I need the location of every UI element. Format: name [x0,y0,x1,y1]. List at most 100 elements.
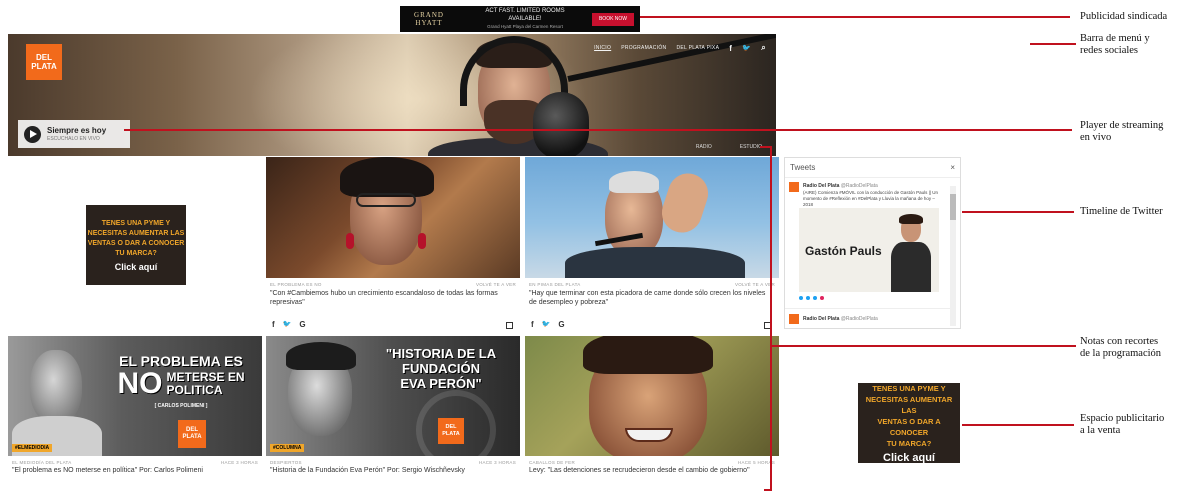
annotation-notes-line2: de la programación [1080,348,1162,359]
annotation-line-player [124,129,1072,131]
note-2-meta-right: VOLVÉ TE A VER [734,282,775,287]
play-icon[interactable] [24,125,41,143]
nav-item-programacion[interactable]: PROGRAMACIÓN [621,45,666,51]
note-3-logo-line1: DEL [185,427,198,433]
like-icon[interactable] [813,296,817,300]
note-1-earring [346,233,354,249]
top-banner-ad[interactable]: GRAND HYATT ACT FAST. LIMITED ROOMS AVAI… [400,6,640,32]
note-4-logo-text: DEL PLATA [442,424,460,438]
note-4-logo-line2: PLATA [442,431,460,437]
annotation-line-menu [1030,43,1076,45]
note-3-caption[interactable]: "El problema es NO meterse en política" … [12,466,258,475]
annotation-line-notes-bottom [764,489,772,491]
note-3-overlay-no: NO [117,367,163,400]
annotation-line-space [962,424,1074,426]
del-plata-logo[interactable]: DEL PLATA [26,44,62,80]
ad-promo-line1: ACT FAST. LIMITED ROOMS [485,8,565,14]
nav-item-inicio[interactable]: INICIO [594,45,611,51]
note-1-meta-left: EL PROBLEMA ES NO [270,282,322,287]
twitter-icon[interactable]: 🐦 [542,320,551,329]
note-3-logo: DEL PLATA [178,420,206,448]
avatar[interactable] [789,314,799,324]
annotation-menu-line2: redes sociales [1080,45,1139,56]
annotation-player-line1: Player de streaming [1080,120,1164,131]
google-icon[interactable]: G [558,320,564,329]
tweet-1-account[interactable]: Radio Del Plata @RadioDelPlata [803,183,878,189]
twitter-scrollbar[interactable] [950,186,956,326]
facebook-icon[interactable]: f [272,320,275,329]
facebook-icon[interactable]: f [531,320,534,329]
twitter-timeline[interactable]: Tweets × Radio Del Plata @RadioDelPlata … [784,157,961,329]
note-1-earring-2 [418,233,426,249]
retweet-icon[interactable] [806,296,810,300]
annotation-notes-line1: Notas con recortes [1080,336,1159,347]
annotation-notes: Notas con recortes de la programación [1080,336,1161,360]
ad-book-now-button[interactable]: BOOK NOW [592,12,634,26]
note-4-logo-line1: DEL [445,424,457,430]
note-4-caption[interactable]: "Historia de la Fundación Eva Perón" Por… [270,466,516,475]
note-4-photo[interactable]: "HISTORIA DE LA FUNDACIÓN EVA PERÓN" DEL… [266,336,520,456]
note-4-tag: #COLUMNA [270,444,305,452]
ad-brand: GRAND HYATT [414,11,444,27]
twitter-icon[interactable]: 🐦 [283,320,292,329]
reply-icon[interactable] [799,296,803,300]
nav-item-del-plata-pixa[interactable]: DEL PLATA PIXA [676,45,719,51]
hero-labels: RADIO ESTUDIO [696,144,762,150]
note-4-meta: DESPIERTOS HACE 3 HORAS [270,460,516,465]
pyme-ad-cta: Click aquí [114,261,158,272]
twitter-title: Tweets [790,163,816,172]
annotation-line-notes [770,345,1076,347]
pyme-ad-small[interactable]: TENES UNA PYME Y NECESITAS AUMENTAR LAS … [86,205,186,285]
tweet-1-card[interactable]: Gastón Pauls [799,208,939,292]
note-3-photo[interactable]: EL PROBLEMA ES NO METERSE EN POLITICA [ … [8,336,262,456]
note-5-meta-left: CABALLOS DE FER [529,460,576,465]
note-2-photo[interactable] [525,157,779,278]
player-title: Siempre es hoy [47,126,107,135]
pyme-ad-large[interactable]: TENES UNA PYME Y NECESITAS AUMENTAR LAS … [858,383,960,464]
annotation-ad: Publicidad sindicada [1080,11,1168,22]
pyme-ad-line1: TENES UNA PYME Y [101,219,171,227]
note-1-caption[interactable]: "Con #Cambiemos hubo un crecimiento esca… [270,289,516,307]
note-4-overlay-line1: "HISTORIA DE LA [385,346,497,361]
scrollbar-thumb[interactable] [950,194,956,220]
note-2-arm [656,168,714,238]
pyme-ad-large-cta: Click aquí [883,451,935,464]
note-5-caption[interactable]: Levy: "Las detenciones se recrudecieron … [529,466,775,475]
tweet-2-account[interactable]: Radio Del Plata @RadioDelPlata [803,316,878,322]
hero-label-2: ESTUDIO [739,144,762,150]
card-person-hair [899,214,923,224]
note-3-face [30,350,82,424]
annotation-space-line2: a la venta [1080,425,1121,436]
search-icon[interactable]: ⌕ [761,43,766,53]
note-4-meta-right: HACE 3 HORAS [478,460,516,465]
note-4-logo: DEL PLATA [438,418,464,444]
note-4-overlay: "HISTORIA DE LA FUNDACIÓN EVA PERÓN" [366,346,516,391]
note-1-photo[interactable] [266,157,520,278]
note-4-hair [286,342,356,370]
twitter-icon[interactable]: 🐦 [742,44,751,52]
ad-promo: ACT FAST. LIMITED ROOMS AVAILABLE! Grand… [458,7,592,31]
share-icon[interactable] [820,296,824,300]
live-stream-player[interactable]: Siempre es hoy ESCUCHALO EN VIVO [18,120,130,148]
note-5-photo[interactable] [525,336,779,456]
pyme-ad-line3: VENTAS O DAR A CONOCER [87,239,185,247]
note-4-overlay-line3: EVA PERÓN" [400,376,482,391]
note-5-meta: CABALLOS DE FER HACE 5 HORAS [529,460,775,465]
google-icon[interactable]: G [299,320,305,329]
note-4-overlay-line2: FUNDACIÓN [402,361,480,376]
close-icon[interactable]: × [950,163,955,172]
annotation-player-line2: en vivo [1080,132,1112,143]
facebook-icon[interactable]: f [729,44,732,53]
tweet-1-handle: @RadioDelPlata [840,183,878,189]
avatar[interactable] [789,182,799,192]
annotation-line-twitter [962,211,1074,213]
copy-icon[interactable] [506,322,513,329]
note-2-caption[interactable]: "Hay que terminar con esta picadora de c… [529,289,775,307]
note-3-overlay: EL PROBLEMA ES NO METERSE EN POLITICA [ … [106,354,256,410]
note-3-logo-text: DEL PLATA [182,427,201,441]
tweet-card-person [891,214,931,292]
note-2-shirt [565,247,745,278]
note-3-tag: #ELMEDIODIA [12,444,53,452]
logo-text: DEL PLATA [31,53,56,71]
tweet-1-text: (AIRE) Comienza #MÓVIL con la conducción… [803,190,938,207]
